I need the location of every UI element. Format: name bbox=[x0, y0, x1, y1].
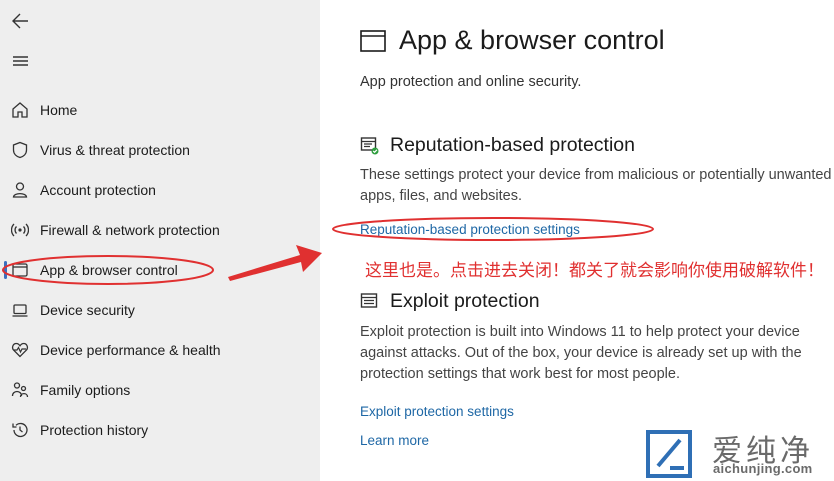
sidebar-item-account-protection[interactable]: Account protection bbox=[0, 170, 320, 210]
active-indicator bbox=[4, 261, 7, 279]
heart-pulse-icon bbox=[11, 341, 29, 359]
family-icon bbox=[11, 381, 29, 399]
window-icon bbox=[360, 30, 386, 52]
exploit-protection-icon bbox=[360, 292, 380, 312]
reputation-description: These settings protect your device from … bbox=[360, 167, 832, 204]
reputation-settings-link[interactable]: Reputation-based protection settings bbox=[360, 222, 580, 237]
sidebar-item-label: Protection history bbox=[40, 422, 149, 438]
sidebar-item-label: Home bbox=[40, 102, 78, 118]
back-arrow-icon bbox=[12, 13, 28, 29]
menu-button[interactable] bbox=[10, 52, 32, 70]
exploit-section-title: Exploit protection bbox=[390, 290, 540, 312]
sidebar-item-label: Virus & threat protection bbox=[40, 142, 190, 158]
shield-icon bbox=[11, 141, 29, 159]
sidebar-item-family-options[interactable]: Family options bbox=[0, 370, 320, 410]
sidebar-item-device-security[interactable]: Device security bbox=[0, 290, 320, 330]
sidebar-item-firewall-network-protection[interactable]: Firewall & network protection bbox=[0, 210, 320, 250]
laptop-icon bbox=[11, 301, 29, 319]
main-content: App & browser control App protection and… bbox=[320, 0, 834, 481]
reputation-section-title: Reputation-based protection bbox=[390, 134, 635, 156]
sidebar-item-protection-history[interactable]: Protection history bbox=[0, 410, 320, 450]
watermark-url: aichunjing.com bbox=[713, 461, 813, 476]
sidebar-item-label: Device security bbox=[40, 302, 135, 318]
learn-more-link[interactable]: Learn more bbox=[360, 433, 429, 448]
hamburger-icon bbox=[13, 56, 28, 66]
reputation-shield-icon bbox=[360, 136, 380, 156]
history-icon bbox=[11, 421, 29, 439]
person-icon bbox=[11, 181, 29, 199]
window-icon bbox=[11, 261, 29, 279]
page-title: App & browser control bbox=[399, 25, 665, 55]
sidebar-item-app-browser-control[interactable]: App & browser control bbox=[0, 250, 320, 290]
page-subtitle: App protection and online security. bbox=[360, 74, 582, 90]
sidebar-item-label: Device performance & health bbox=[40, 342, 221, 358]
exploit-description: Exploit protection is built into Windows… bbox=[360, 324, 802, 382]
sidebar-item-label: Firewall & network protection bbox=[40, 222, 220, 238]
back-button[interactable] bbox=[10, 10, 32, 32]
sidebar-item-virus-threat-protection[interactable]: Virus & threat protection bbox=[0, 130, 320, 170]
sidebar-item-home[interactable]: Home bbox=[0, 90, 320, 130]
sidebar-item-label: App & browser control bbox=[40, 262, 178, 278]
home-icon bbox=[11, 101, 29, 119]
sidebar-item-label: Family options bbox=[40, 382, 131, 398]
exploit-settings-link[interactable]: Exploit protection settings bbox=[360, 404, 514, 419]
sidebar-item-label: Account protection bbox=[40, 182, 156, 198]
sidebar: Home Virus & threat protection Account p… bbox=[0, 0, 320, 481]
wifi-icon bbox=[11, 221, 29, 239]
annotation-text: 这里也是。点击进去关闭！都关了就会影响你使用破解软件！ bbox=[365, 261, 824, 281]
sidebar-item-device-performance-health[interactable]: Device performance & health bbox=[0, 330, 320, 370]
